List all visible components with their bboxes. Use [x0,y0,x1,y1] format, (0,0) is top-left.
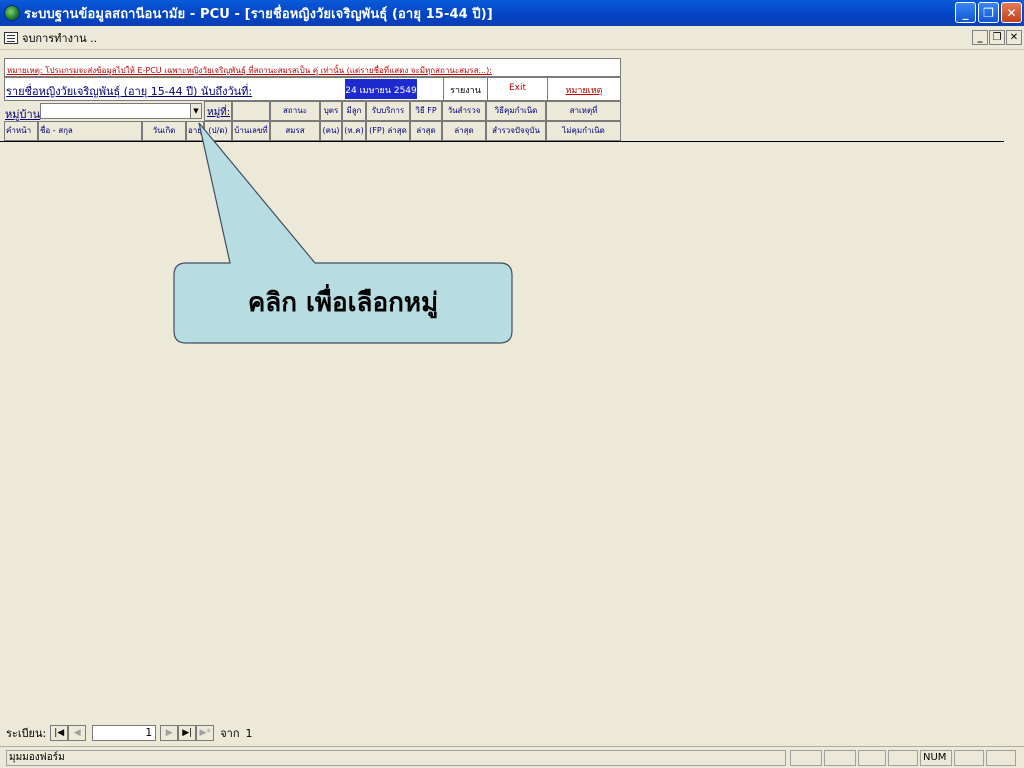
new-record-icon[interactable]: ▶* [196,725,215,741]
status-cell-1 [790,750,822,766]
status-cell-2 [824,750,856,766]
total-records: 1 [245,726,253,740]
navigator-label: ระเบียน: [6,727,47,740]
callout-text: คลิก เพื่อเลือกหมู่ [247,287,439,318]
previous-record-icon[interactable]: ◀ [68,725,87,741]
next-record-icon[interactable]: ▶ [160,725,179,741]
status-cell-6 [954,750,984,766]
record-navigator: ระเบียน: |◀ ◀ 1 ▶ ▶| ▶* จาก 1 [6,723,253,743]
first-record-icon[interactable]: |◀ [50,725,69,741]
status-cell-3 [858,750,886,766]
last-record-icon[interactable]: ▶| [178,725,197,741]
status-text: มุมมองฟอร์ม [6,750,786,766]
current-record-input[interactable]: 1 [92,725,157,741]
status-bar: มุมมองฟอร์ม NUM [0,746,1024,768]
num-lock-indicator: NUM [920,750,952,766]
status-cell-7 [986,750,1016,766]
of-label: จาก [220,727,240,740]
callout-shape [173,122,513,344]
status-cell-4 [888,750,918,766]
